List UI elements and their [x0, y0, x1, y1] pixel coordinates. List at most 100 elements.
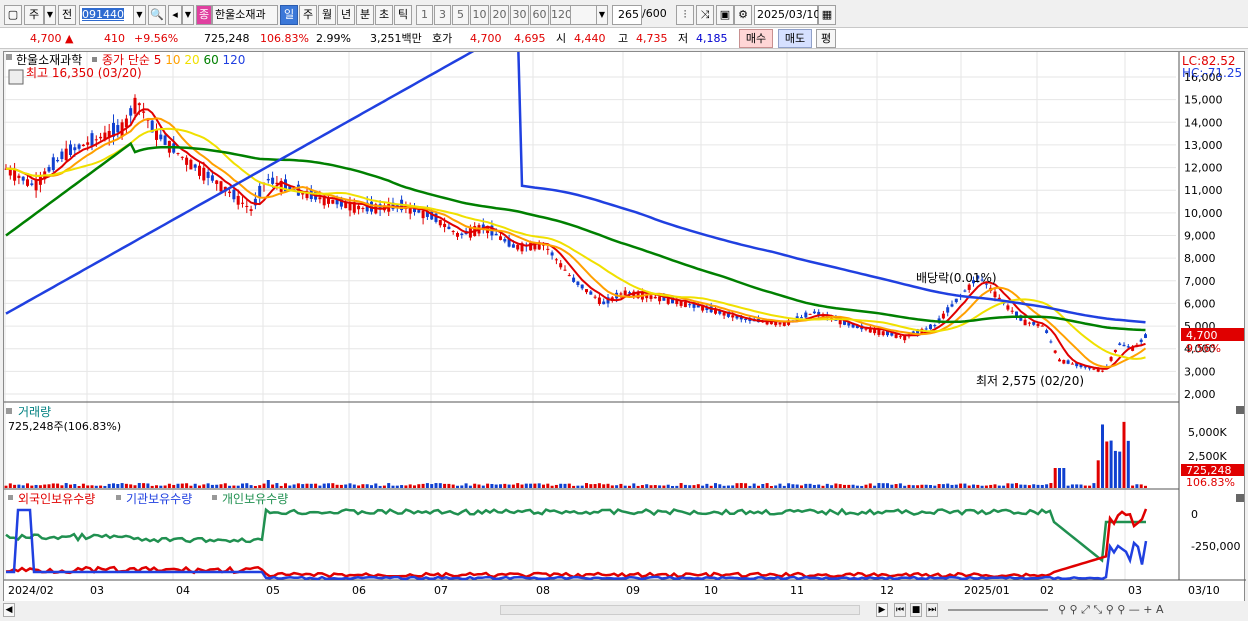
- interval-2-button[interactable]: 월: [318, 5, 336, 25]
- quote-volume-ratio: 106.83%: [260, 32, 309, 45]
- volume-close-icon: [1236, 406, 1244, 414]
- candle-body: [559, 263, 563, 268]
- speaker-icon[interactable]: ◂: [168, 5, 182, 25]
- candle-body: [804, 312, 808, 318]
- volume-bar: [1027, 485, 1031, 488]
- volume-bar: [559, 483, 563, 488]
- candle-body: [1032, 321, 1036, 325]
- volume-bar: [447, 483, 451, 488]
- volume-bar: [404, 485, 408, 488]
- period-select[interactable]: 주: [24, 5, 44, 25]
- volume-bar: [417, 484, 421, 488]
- interval-0-button[interactable]: 일: [280, 5, 298, 25]
- volume-bar: [241, 483, 244, 488]
- candle-body: [232, 189, 236, 200]
- code-dropdown-icon[interactable]: ▼: [133, 5, 146, 25]
- window-icon[interactable]: ▢: [4, 5, 22, 25]
- number-30-button[interactable]: 30: [510, 5, 529, 25]
- volume-bar: [825, 483, 829, 488]
- save-icon[interactable]: ▣: [716, 5, 734, 25]
- volume-bar: [529, 483, 533, 488]
- number-3-button[interactable]: 3: [434, 5, 451, 25]
- volume-bar: [430, 484, 434, 488]
- speaker-dropdown-icon[interactable]: ▼: [182, 5, 194, 25]
- holdings-lines: [5, 507, 1148, 581]
- bid1: 4,700: [470, 32, 502, 45]
- y-label-price: 9,000: [1184, 230, 1216, 243]
- y-label-price: 13,000: [1184, 139, 1223, 152]
- stop-icon[interactable]: ■: [910, 603, 922, 617]
- candle-body: [546, 248, 550, 250]
- number-120-button[interactable]: 120: [550, 5, 572, 25]
- scrollbar-thumb[interactable]: [500, 605, 860, 615]
- volume-bar: [112, 483, 115, 488]
- interval-1-button[interactable]: 주: [299, 5, 317, 25]
- candle-body: [1096, 369, 1100, 372]
- volume-bar: [198, 485, 201, 488]
- candle-body: [77, 144, 81, 149]
- first-icon[interactable]: ⏮: [894, 603, 906, 617]
- interval-6-button[interactable]: 틱: [394, 5, 412, 25]
- x-label: 10: [704, 584, 718, 597]
- count-input[interactable]: 265: [612, 5, 642, 25]
- scroll-right-icon[interactable]: ▶: [876, 603, 888, 617]
- number-10-button[interactable]: 10: [470, 5, 489, 25]
- gear-icon[interactable]: ⚙: [734, 5, 752, 25]
- candle-body: [456, 233, 459, 237]
- x-label: 2025/01: [964, 584, 1010, 597]
- candle-body: [236, 195, 240, 205]
- volume-bar: [421, 483, 425, 488]
- blank-select-chevron-icon[interactable]: ▼: [596, 5, 608, 25]
- volume-bar: [1053, 468, 1057, 488]
- holdings-legend-marker-icon: [212, 495, 217, 500]
- x-label: 07: [434, 584, 448, 597]
- volume-bar: [580, 485, 584, 488]
- candle-body: [963, 290, 967, 292]
- candle-body: [60, 151, 64, 159]
- date-input[interactable]: 2025/03/10: [754, 5, 820, 25]
- zoom-controls[interactable]: ⚲ ⚲ ⤢ ⤡ ⚲ ⚲ — + A: [1058, 603, 1164, 617]
- interval-5-button[interactable]: 초: [375, 5, 393, 25]
- volume-bar: [486, 483, 490, 488]
- candle-body: [189, 159, 193, 170]
- volume-bar: [284, 483, 287, 488]
- scroll-left-icon[interactable]: ◀: [3, 603, 15, 617]
- candle-icon[interactable]: ⫶: [676, 5, 694, 25]
- candle-body: [90, 133, 94, 147]
- tools-icon[interactable]: ⤨: [696, 5, 714, 25]
- y-label-price: 6,000: [1184, 297, 1216, 310]
- prev-button[interactable]: 전: [58, 5, 76, 25]
- volume-bar: [843, 484, 846, 488]
- volume-bar: [662, 485, 666, 488]
- candle-body: [94, 139, 98, 141]
- interval-4-button[interactable]: 분: [356, 5, 374, 25]
- candle-body: [589, 291, 593, 295]
- volume-bar: [1049, 483, 1053, 488]
- buy-button[interactable]: 매수: [739, 29, 773, 48]
- volume-bar: [400, 485, 404, 488]
- candle-body: [116, 125, 120, 133]
- number-1-button[interactable]: 1: [416, 5, 433, 25]
- calendar-icon[interactable]: ▦: [818, 5, 836, 25]
- volume-bar: [456, 485, 459, 488]
- chevron-down-icon[interactable]: ▼: [44, 5, 56, 25]
- x-label: 04: [176, 584, 190, 597]
- number-20-button[interactable]: 20: [490, 5, 509, 25]
- candle-body: [683, 301, 687, 308]
- volume-bar: [1118, 451, 1122, 488]
- number-60-button[interactable]: 60: [530, 5, 549, 25]
- volume-bar: [30, 485, 34, 488]
- sell-button[interactable]: 매도: [778, 29, 812, 48]
- number-5-button[interactable]: 5: [452, 5, 469, 25]
- interval-3-button[interactable]: 년: [337, 5, 355, 25]
- last-icon[interactable]: ⏭: [926, 603, 938, 617]
- chart-area[interactable]: 16,000 15,000 14,000 13,000 12,000 11,000 10,0…: [3, 24, 1246, 603]
- zoom-track[interactable]: [948, 609, 1048, 611]
- avg-button[interactable]: 평: [816, 29, 836, 48]
- volume-bar: [881, 483, 885, 488]
- search-icon[interactable]: 🔍: [148, 5, 166, 25]
- volume-bar: [47, 484, 51, 488]
- candle-body: [1053, 350, 1057, 353]
- candle-body: [554, 259, 558, 261]
- stock-code-input[interactable]: 091440: [79, 5, 134, 25]
